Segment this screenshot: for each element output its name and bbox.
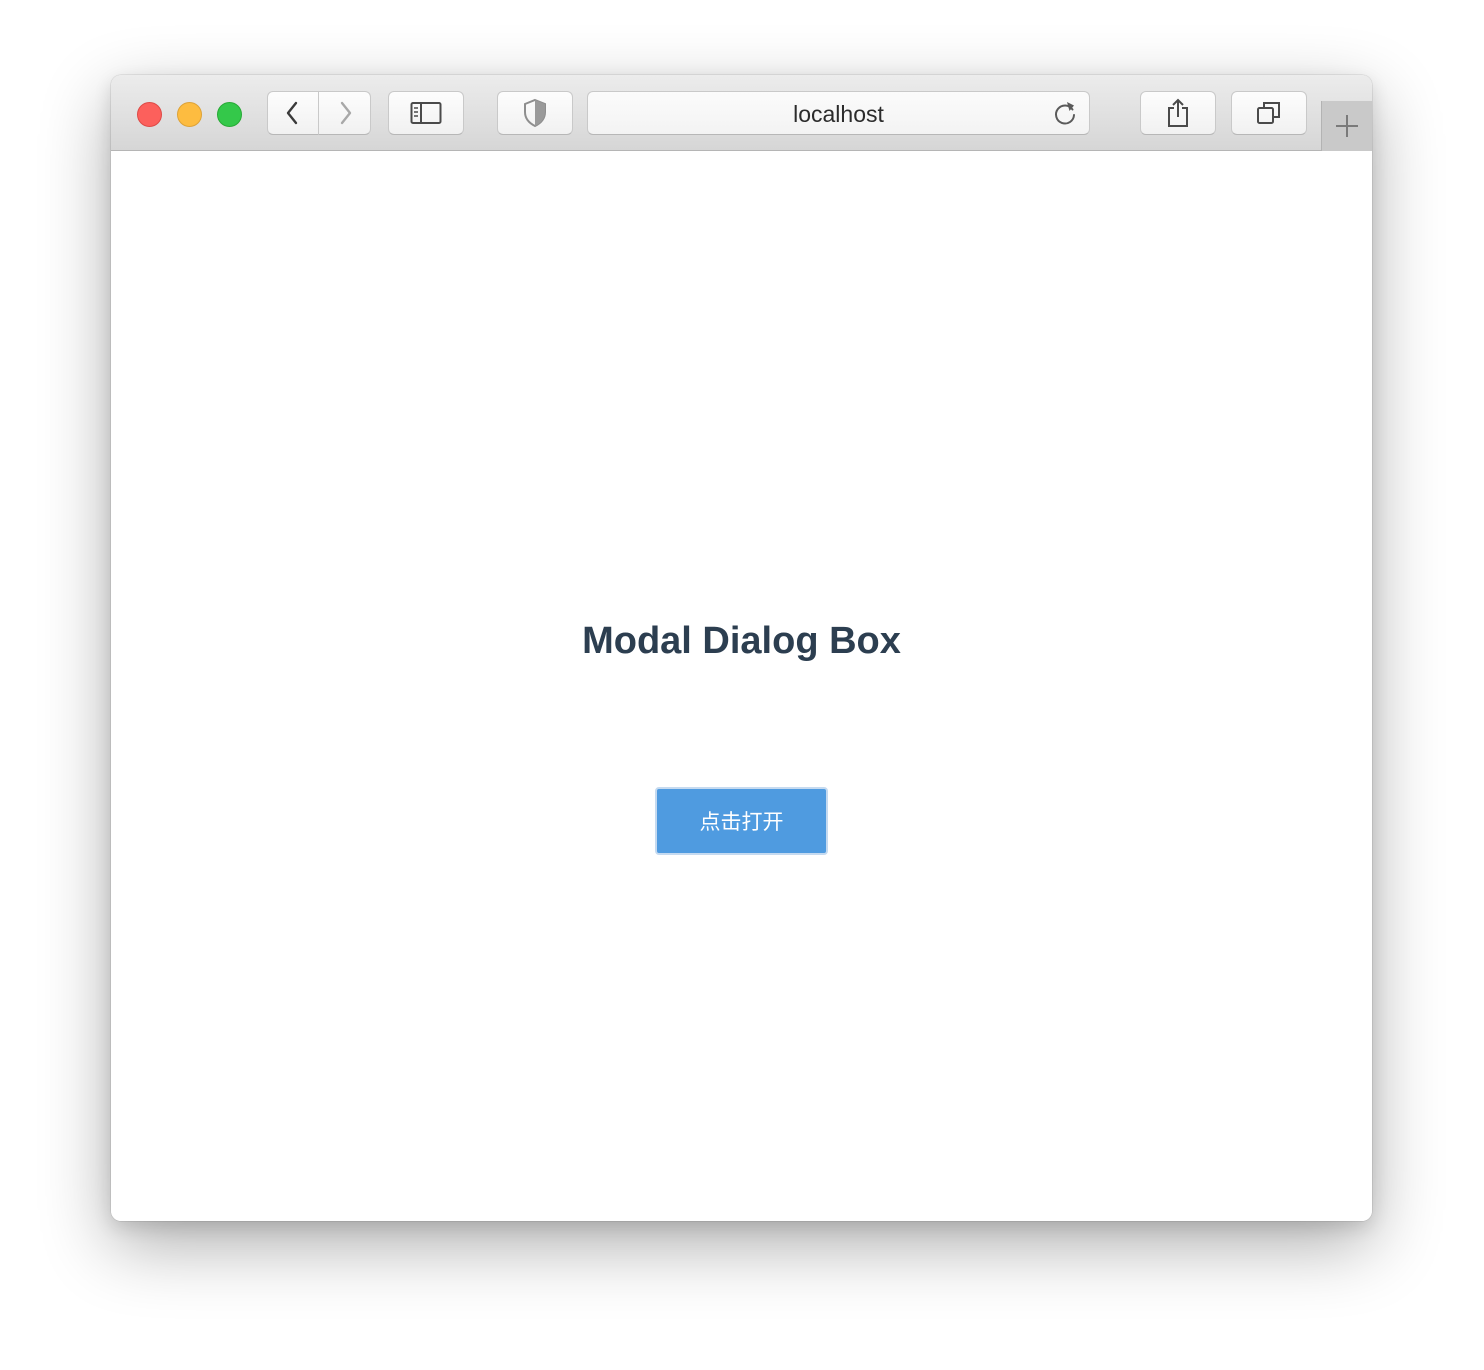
reload-icon[interactable]: [1051, 100, 1079, 128]
chevron-left-icon: [286, 101, 298, 125]
shield-icon: [524, 98, 546, 128]
address-text: localhost: [793, 101, 884, 127]
share-button[interactable]: [1140, 91, 1216, 135]
page-title: Modal Dialog Box: [582, 620, 901, 662]
close-window-button[interactable]: [137, 102, 162, 127]
browser-window: localhost Modal Dialog Box 点击打开: [111, 75, 1372, 1221]
new-tab-button[interactable]: [1321, 101, 1372, 151]
address-bar[interactable]: localhost: [587, 91, 1090, 135]
minimize-window-button[interactable]: [177, 102, 202, 127]
privacy-report-button[interactable]: [497, 91, 573, 135]
tab-overview-button[interactable]: [1231, 91, 1307, 135]
share-icon: [1168, 98, 1188, 127]
sidebar-icon: [410, 102, 442, 124]
forward-button[interactable]: [319, 91, 371, 135]
open-modal-button[interactable]: 点击打开: [655, 787, 828, 855]
page-content: Modal Dialog Box 点击打开: [111, 151, 1372, 1221]
zoom-window-button[interactable]: [217, 102, 242, 127]
sidebar-toggle-button[interactable]: [388, 91, 464, 135]
browser-toolbar: localhost: [111, 75, 1372, 151]
chevron-right-icon: [340, 101, 351, 125]
tabs-overview-icon: [1257, 102, 1280, 124]
back-button[interactable]: [267, 91, 319, 135]
plus-icon: [1336, 115, 1358, 137]
